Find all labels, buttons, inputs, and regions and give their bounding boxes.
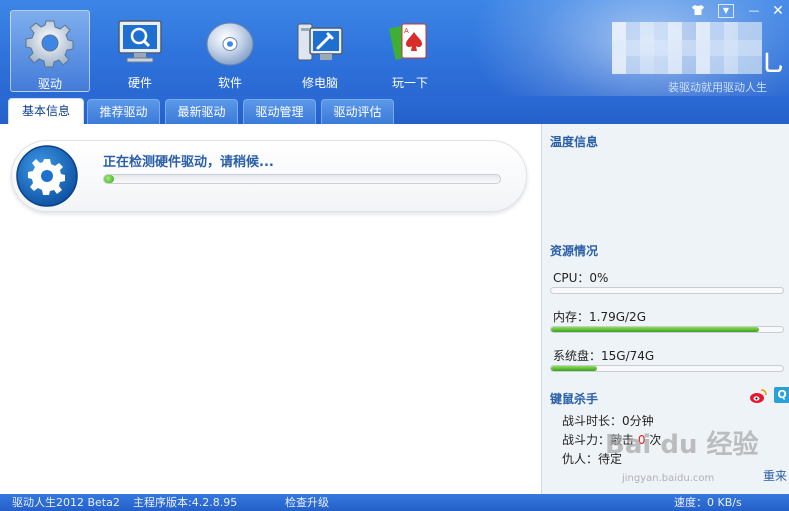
detect-progress-fill (104, 175, 114, 183)
nav-software[interactable]: 软件 (190, 10, 270, 92)
menu-button[interactable]: ▼ (718, 4, 734, 18)
system-disk-bar-fill (551, 366, 598, 371)
detect-progress-bar (103, 174, 501, 184)
pixelated-logo (612, 22, 762, 74)
game-title: 键鼠杀手 (550, 392, 599, 406)
status-bar: 驱动人生2012 Beta2 主程序版本:4.2.8.95 检查升级 速度：0 … (0, 494, 789, 511)
weibo-icon[interactable] (749, 388, 767, 404)
retry-link[interactable]: 重来 (763, 467, 787, 484)
monitor-search-icon (118, 20, 162, 63)
nav-play[interactable]: A 玩一下 (370, 10, 450, 92)
cpu-bar (550, 287, 784, 294)
nav-hardware-label: 硬件 (127, 76, 152, 90)
system-disk-label: 系统盘：15G/74G (553, 349, 655, 363)
memory-label: 内存：1.79G/2G (553, 310, 646, 324)
tab-driver-management[interactable]: 驱动管理 (243, 99, 316, 124)
watermark-url: jingyan.baidu.com (622, 473, 715, 484)
svg-text:A: A (404, 27, 409, 35)
nav-software-label: 软件 (217, 76, 242, 90)
minimize-button[interactable]: — (746, 4, 762, 18)
nav-hardware[interactable]: 硬件 (100, 10, 180, 92)
nav-repair[interactable]: 修电脑 (280, 10, 360, 92)
close-button[interactable]: ✕ (770, 4, 786, 18)
memory-bar (550, 326, 784, 333)
slogan-mark: 乚 (762, 52, 785, 77)
nav-driver-label: 驱动 (37, 77, 62, 91)
tab-basic-info[interactable]: 基本信息 (8, 98, 84, 125)
skin-button[interactable] (690, 4, 706, 18)
gear-icon (25, 20, 74, 68)
check-update-link[interactable]: 检查升级 (285, 494, 329, 511)
tab-bar: 基本信息 推荐驱动 最新驱动 驱动管理 驱动评估 (0, 96, 789, 125)
shirt-icon (692, 5, 704, 15)
tab-driver-evaluation[interactable]: 驱动评估 (321, 99, 394, 124)
cpu-label: CPU：0% (553, 271, 609, 285)
playing-cards-icon: A (389, 23, 427, 60)
detect-status-text: 正在检测硬件驱动，请稍候... (103, 155, 274, 170)
nav-repair-label: 修电脑 (301, 76, 338, 90)
product-name: 驱动人生2012 Beta2 (12, 496, 120, 509)
memory-bar-fill (551, 327, 759, 332)
slogan-text: 装驱动就用驱动人生 (668, 81, 767, 94)
tab-recommended-drivers[interactable]: 推荐驱动 (87, 99, 160, 124)
nav-play-label: 玩一下 (391, 76, 428, 90)
menu-icon: ▼ (722, 6, 730, 15)
watermark: Bai du 经验 (605, 430, 759, 460)
title-bar: 乚 装驱动就用驱动人生 ▼ — ✕ 驱动 硬件 软件 修电脑 A 玩一下 (0, 0, 789, 96)
cd-disc-icon (206, 22, 254, 66)
temperature-title: 温度信息 (550, 135, 599, 149)
qq-icon[interactable]: Q (774, 387, 789, 403)
version-text: 主程序版本:4.2.8.95 (133, 496, 238, 509)
repair-tools-icon (297, 23, 343, 61)
detect-card: 正在检测硬件驱动，请稍候... (11, 140, 527, 212)
speed-text: 速度：0 KB/s (674, 496, 742, 509)
tab-latest-drivers[interactable]: 最新驱动 (165, 99, 238, 124)
detect-gear-icon (16, 145, 78, 207)
resource-title: 资源情况 (550, 244, 599, 258)
main-panel: 正在检测硬件驱动，请稍候... (0, 124, 541, 494)
system-disk-bar (550, 365, 784, 372)
nav-driver[interactable]: 驱动 (10, 10, 90, 92)
